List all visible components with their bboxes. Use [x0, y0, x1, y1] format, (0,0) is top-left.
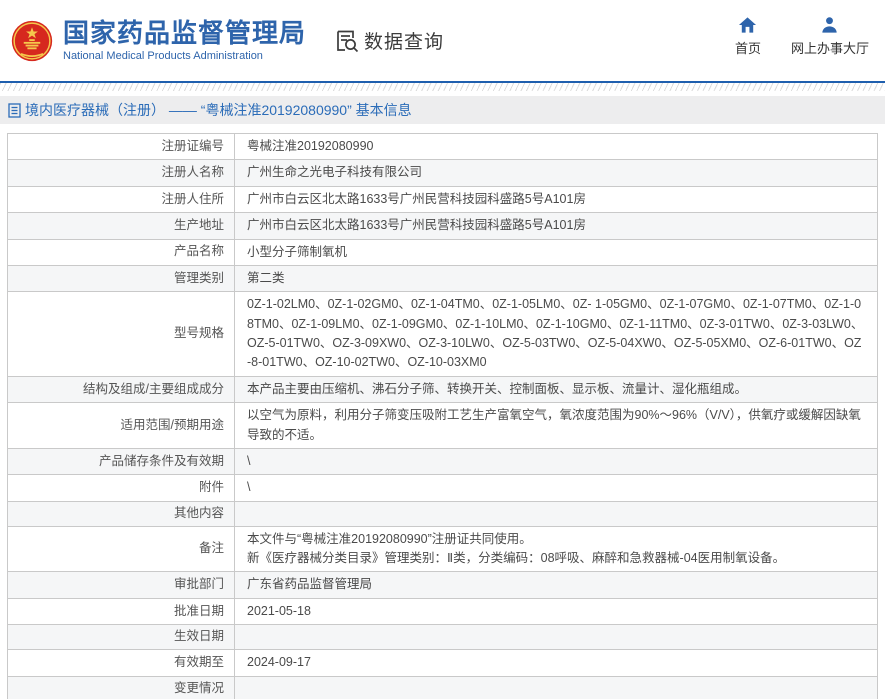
data-query-nav[interactable]: 数据查询 — [334, 27, 444, 54]
online-hall-nav[interactable]: 网上办事大厅 — [791, 16, 869, 57]
field-label: 产品储存条件及有效期 — [8, 448, 235, 475]
field-label: 生产地址 — [8, 213, 235, 239]
field-label: 产品名称 — [8, 239, 235, 265]
table-row: 有效期至 2024-09-17 — [8, 650, 877, 677]
field-value — [235, 502, 877, 526]
field-value: 广州生命之光电子科技有限公司 — [247, 165, 423, 180]
field-value: 2024-09-17 — [247, 655, 311, 670]
table-row: 注册人住所 广州市白云区北太路1633号广州民营科技园科盛路5号A101房 — [8, 186, 877, 214]
agency-names: 国家药品监督管理局 National Medical Products Admi… — [63, 19, 306, 62]
field-value: 第二类 — [247, 270, 285, 285]
table-row: 型号规格 0Z-1-02LM0、0Z-1-02GM0、0Z-1-04TM0、0Z-… — [8, 292, 877, 377]
field-label: 变更情况 — [8, 676, 235, 699]
table-row: 附件 \ — [8, 475, 877, 502]
field-label: 备注 — [8, 526, 235, 572]
breadcrumb: 境内医疗器械（注册） —— “粤械注准20192080990” 基本信息 — [0, 96, 885, 124]
national-emblem-icon — [10, 19, 54, 63]
field-value: 0Z-1-02LM0、0Z-1-02GM0、0Z-1-04TM0、0Z-1-05… — [247, 297, 864, 370]
field-value — [235, 677, 877, 699]
agency-name-cn: 国家药品监督管理局 — [63, 18, 307, 49]
page-title: 境内医疗器械（注册） —— “粤械注准20192080990” 基本信息 — [25, 102, 412, 118]
table-row: 产品名称 小型分子筛制氧机 — [8, 239, 877, 266]
table-row: 生产地址 广州市白云区北太路1633号广州民营科技园科盛路5号A101房 — [8, 213, 877, 240]
table-row: 生效日期 — [8, 625, 877, 651]
table-row: 审批部门 广东省药品监督管理局 — [8, 572, 877, 599]
table-row: 结构及组成/主要组成成分 本产品主要由压缩机、沸石分子筛、转换开关、控制面板、显示… — [8, 376, 877, 404]
table-row: 批准日期 2021-05-18 — [8, 598, 877, 626]
person-icon — [822, 17, 838, 33]
field-label: 注册证编号 — [8, 134, 235, 160]
header-right-nav: 首页 网上办事大厅 — [735, 16, 869, 57]
table-row: 管理类别 第二类 — [8, 265, 877, 293]
field-value: 2021-05-18 — [247, 603, 311, 618]
field-value: 以空气为原料，利用分子筛变压吸附工艺生产富氧空气，氧浓度范围为90%～96%（V… — [247, 408, 861, 442]
document-search-icon — [334, 28, 360, 54]
home-icon — [739, 17, 757, 33]
table-row: 变更情况 — [8, 676, 877, 699]
hatch-stripe-band — [0, 83, 885, 91]
online-hall-label: 网上办事大厅 — [790, 41, 869, 56]
field-value: \ — [247, 480, 251, 495]
field-label: 管理类别 — [8, 265, 235, 292]
table-row: 产品储存条件及有效期 \ — [8, 448, 877, 476]
field-label: 注册人住所 — [8, 186, 235, 213]
field-value: 小型分子筛制氧机 — [247, 244, 348, 259]
table-row: 注册证编号 粤械注准20192080990 — [8, 134, 877, 161]
field-label: 审批部门 — [8, 572, 235, 598]
table-row: 注册人名称 广州生命之光电子科技有限公司 — [8, 160, 877, 187]
table-row: 适用范围/预期用途 以空气为原料，利用分子筛变压吸附工艺生产富氧空气，氧浓度范围为… — [8, 403, 877, 449]
field-value: 广州市白云区北太路1633号广州民营科技园科盛路5号A101房 — [247, 218, 586, 233]
field-value: 广东省药品监督管理局 — [247, 577, 373, 592]
agency-name-en: National Medical Products Administration — [63, 49, 263, 62]
field-value: 粤械注准20192080990 — [247, 139, 374, 153]
field-value: 本文件与“粤械注准20192080990”注册证共同使用。 新《医疗器械分类目录》… — [247, 531, 786, 565]
field-label: 其他内容 — [8, 501, 235, 526]
info-table: 注册证编号 粤械注准20192080990 注册人名称 广州生命之光电子科技有限公司注… — [7, 133, 878, 699]
field-value: 广州市白云区北太路1633号广州民营科技园科盛路5号A101房 — [247, 191, 586, 206]
agency-logo: 国家药品监督管理局 National Medical Products Admi… — [10, 19, 306, 63]
field-label: 生效日期 — [8, 625, 235, 650]
field-value: \ — [247, 453, 251, 468]
field-value — [235, 625, 877, 649]
table-row: 其他内容 — [8, 501, 877, 527]
site-header: 国家药品监督管理局 National Medical Products Admi… — [0, 0, 885, 81]
field-value: 本产品主要由压缩机、沸石分子筛、转换开关、控制面板、显示板、流量计、湿化瓶组成。 — [247, 381, 748, 396]
field-label: 结构及组成/主要组成成分 — [8, 376, 235, 403]
field-label: 型号规格 — [8, 292, 235, 376]
field-label: 注册人名称 — [8, 160, 235, 186]
field-label: 批准日期 — [8, 598, 235, 625]
home-nav[interactable]: 首页 — [735, 16, 761, 57]
table-row: 备注 本文件与“粤械注准20192080990”注册证共同使用。 新《医疗器械分类目… — [8, 526, 877, 573]
home-label: 首页 — [734, 41, 761, 56]
field-label: 有效期至 — [8, 650, 235, 676]
field-label: 适用范围/预期用途 — [8, 403, 235, 448]
field-label: 附件 — [8, 475, 235, 501]
data-query-label: 数据查询 — [364, 32, 445, 53]
page-document-icon — [8, 102, 21, 118]
